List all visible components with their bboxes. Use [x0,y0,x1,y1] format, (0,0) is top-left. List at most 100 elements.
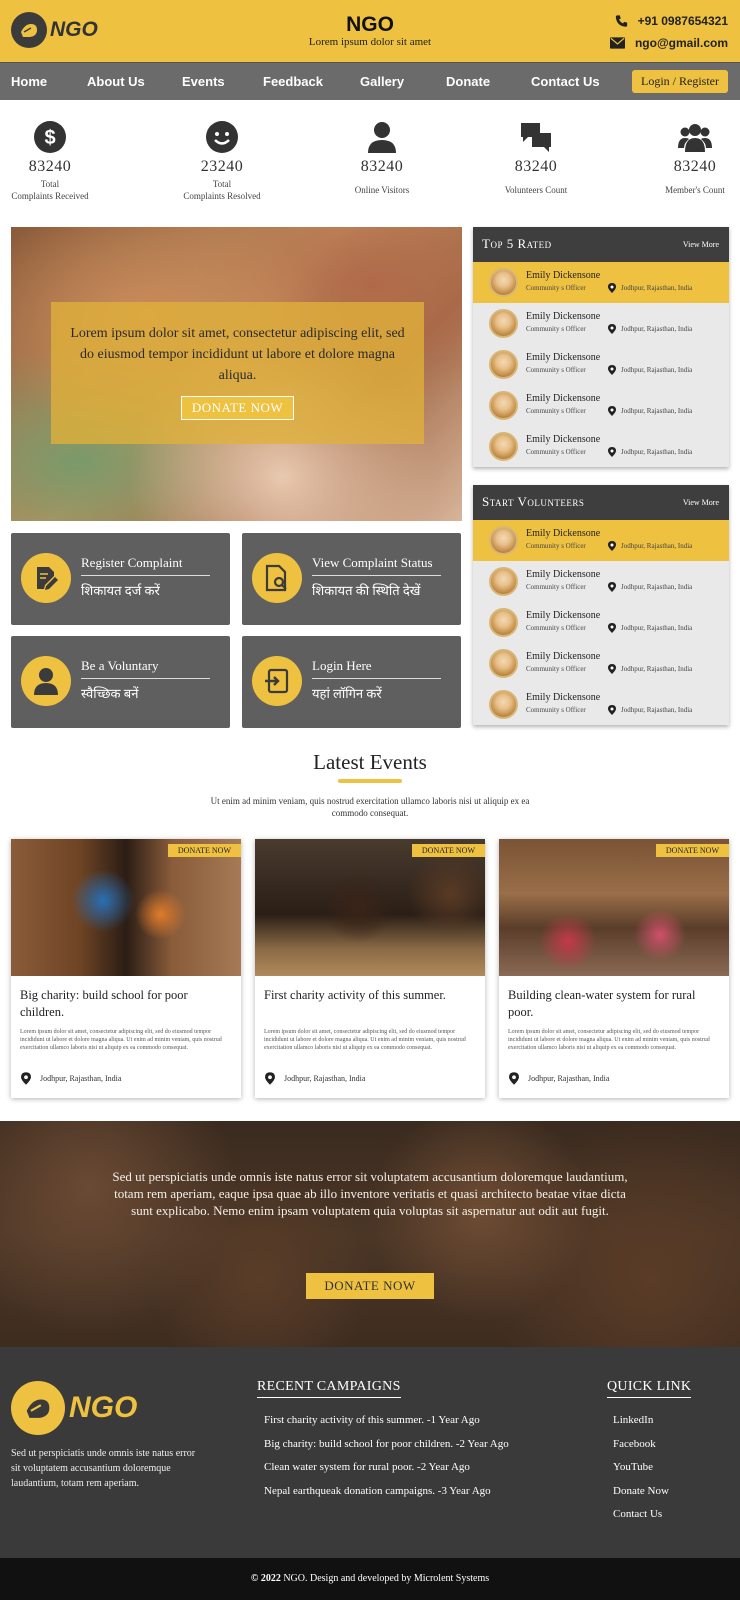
person-location: Jodhpur, Rajasthan, India [608,582,692,592]
heading-underline [338,779,402,783]
nav-item-about-us[interactable]: About Us [87,74,145,89]
stat-complaints-resolved: 23240 Total Complaints Resolved [167,120,277,202]
donate-now-tag[interactable]: DONATE NOW [655,844,729,857]
login-icon [252,656,302,706]
campaign-link[interactable]: Clean water system for rural poor. -2 Ye… [264,1461,509,1485]
be-voluntary-card[interactable]: Be a Voluntary स्वैच्छिक बनें [11,636,230,728]
avatar [489,309,518,338]
location-pin-icon [608,664,616,674]
event-description: Lorem ipsum dolor sit amet, consectetur … [264,1029,466,1051]
person-location: Jodhpur, Rajasthan, India [608,541,692,551]
person-name: Emily Dickensone [526,393,601,404]
nav-item-feedback[interactable]: Feedback [263,74,323,89]
card-hindi: स्वैच्छिक बनें [81,686,139,701]
location-pin-icon [608,324,616,334]
donate-now-tag[interactable]: DONATE NOW [411,844,485,857]
person-item[interactable]: Emily Dickensone Community s Officer Jod… [473,602,729,643]
hands-logo-icon [11,1381,65,1435]
person-name: Emily Dickensone [526,528,601,539]
quick-link-youtube[interactable]: YouTube [613,1461,669,1485]
phone-row[interactable]: +91 0987654321 [610,10,728,32]
avatar [489,268,518,297]
person-item[interactable]: Emily Dickensone Community s Officer Jod… [473,303,729,344]
event-card[interactable]: DONATE NOW First charity activity of thi… [255,839,485,1098]
location-pin-icon [608,582,616,592]
person-location: Jodhpur, Rajasthan, India [608,406,692,416]
donate-now-tag[interactable]: DONATE NOW [167,844,241,857]
person-item[interactable]: Emily Dickensone Community s Officer Jod… [473,426,729,467]
location-pin-icon [509,1072,519,1085]
nav-item-events[interactable]: Events [182,74,225,89]
location-pin-icon [265,1072,275,1085]
star-volunteers-panel: Start Volunteers View More Emily Dickens… [473,485,729,725]
person-location: Jodhpur, Rajasthan, India [608,705,692,715]
person-item[interactable]: Emily Dickensone Community s Officer Jod… [473,684,729,725]
campaign-link[interactable]: First charity activity of this summer. -… [264,1414,509,1438]
event-title: First charity activity of this summer. [264,988,446,1002]
person-item[interactable]: Emily Dickensone Community s Officer Jod… [473,561,729,602]
quick-link-donate-now[interactable]: Donate Now [613,1485,669,1509]
nav-item-gallery[interactable]: Gallery [360,74,404,89]
file-search-icon [252,553,302,603]
stat-label: Online Visitors [354,185,410,195]
person-item[interactable]: Emily Dickensone Community s Officer Jod… [473,643,729,684]
register-complaint-card[interactable]: Register Complaint शिकायत दर्ज करें [11,533,230,625]
email-row[interactable]: ngo@gmail.com [609,32,728,54]
person-name: Emily Dickensone [526,610,601,621]
person-name: Emily Dickensone [526,692,601,703]
person-location: Jodhpur, Rajasthan, India [608,365,692,375]
card-hindi: शिकायत दर्ज करें [81,583,160,598]
person-location: Jodhpur, Rajasthan, India [608,664,692,674]
quick-link-list: LinkedIn Facebook YouTube Donate Now Con… [613,1414,669,1532]
person-item[interactable]: Emily Dickensone Community s Officer Jod… [473,385,729,426]
nav-item-home[interactable]: Home [11,74,47,89]
top-header: NGO NGO Lorem ipsum dolor sit amet +91 0… [0,0,740,62]
dollar-icon: $ [34,121,66,153]
hero-text: Lorem ipsum dolor sit amet, consectetur … [70,326,405,383]
avatar [489,350,518,379]
stat-members-count: 83240 Member's Count [640,120,740,196]
person-item[interactable]: Emily Dickensone Community s Officer Jod… [473,262,729,303]
hero-donate-button[interactable]: DONATE NOW [180,396,295,420]
person-location: Jodhpur, Rajasthan, India [608,623,692,633]
banner-donate-button[interactable]: DONATE NOW [306,1273,434,1299]
person-name: Emily Dickensone [526,651,601,662]
person-item[interactable]: Emily Dickensone Community s Officer Jod… [473,344,729,385]
location-pin-icon [608,406,616,416]
event-location: Jodhpur, Rajasthan, India [509,1072,609,1085]
hero-overlay: Lorem ipsum dolor sit amet, consectetur … [51,302,424,444]
panel-title: Start Volunteers [482,494,585,509]
person-item[interactable]: Emily Dickensone Community s Officer Jod… [473,520,729,561]
quick-link-facebook[interactable]: Facebook [613,1438,669,1462]
main-nav: Home About Us Events Feedback Gallery Do… [0,62,740,100]
nav-item-contact-us[interactable]: Contact Us [531,74,600,89]
footer: NGO Sed ut perspiciatis unde omnis iste … [0,1347,740,1558]
login-register-button[interactable]: Login / Register [632,70,728,93]
location-pin-icon [608,705,616,715]
campaign-link[interactable]: Nepal earthqueak donation campaigns. -3 … [264,1485,509,1509]
user-icon [368,122,396,153]
event-image: DONATE NOW [499,839,729,976]
person-name: Emily Dickensone [526,270,601,281]
view-more-link[interactable]: View More [683,240,719,249]
person-role: Community s Officer [526,366,586,374]
card-hindi: यहां लॉगिन करें [312,686,382,701]
person-name: Emily Dickensone [526,434,601,445]
edit-icon [21,553,71,603]
card-hindi: शिकायत की स्थिति देखें [312,583,421,598]
avatar [489,432,518,461]
campaign-link[interactable]: Big charity: build school for poor child… [264,1438,509,1462]
footer-logo[interactable]: NGO [11,1381,137,1435]
stat-complaints-received: $ 83240 Total Complaints Received [0,120,105,202]
quick-link-linkedin[interactable]: LinkedIn [613,1414,669,1438]
view-more-link[interactable]: View More [683,498,719,507]
quick-link-contact-us[interactable]: Contact Us [613,1508,669,1532]
event-card[interactable]: DONATE NOW Big charity: build school for… [11,839,241,1098]
copyright-bar: © 2022 NGO. Design and developed by Micr… [0,1558,740,1600]
login-here-card[interactable]: Login Here यहां लॉगिन करें [242,636,461,728]
event-card[interactable]: DONATE NOW Building clean-water system f… [499,839,729,1098]
group-icon [678,124,712,152]
nav-item-donate[interactable]: Donate [446,74,490,89]
view-complaint-status-card[interactable]: View Complaint Status शिकायत की स्थिति द… [242,533,461,625]
stat-value: 83240 [673,158,717,175]
